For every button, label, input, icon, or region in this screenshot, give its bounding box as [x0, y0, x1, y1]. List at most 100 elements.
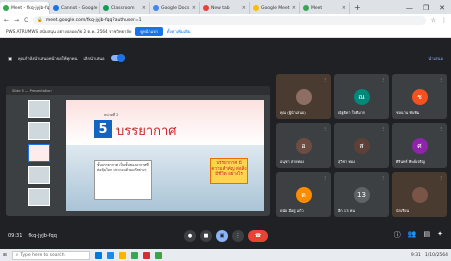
participant-name: นักเรียน: [396, 208, 410, 213]
tab-label: Classroom: [111, 5, 135, 11]
browser-tab[interactable]: Google Docs ×: [150, 2, 200, 14]
app-icon[interactable]: [154, 251, 162, 259]
tab-close-icon[interactable]: ×: [292, 5, 296, 11]
end-call-button[interactable]: ☎: [248, 230, 268, 242]
browser-tab[interactable]: Google Meet ×: [250, 2, 300, 14]
tab-favicon-icon: [203, 5, 209, 11]
tab-label: New tab: [211, 5, 230, 11]
maximize-button[interactable]: ❐: [423, 2, 429, 14]
avatar: ด: [295, 187, 312, 203]
avatar: ณ: [353, 89, 370, 105]
participant-grid: คุณ (ผู้นำเสนอ) ⋮ ณณัฐธิดา ใจดีมาก ⋮ ชชลนาน …: [276, 74, 448, 220]
slide-thumbnail[interactable]: [28, 188, 50, 206]
avatar: ช: [411, 89, 428, 105]
clock-date: 1/10/2564: [424, 252, 448, 258]
browser-tab[interactable]: Classroom ×: [100, 2, 150, 14]
participant-tile[interactable]: คุณ (ผู้นำเสนอ) ⋮: [276, 74, 331, 119]
mic-muted-icon: ⋮: [381, 175, 385, 180]
tab-favicon-icon: [3, 5, 9, 11]
chrome-icon[interactable]: [130, 251, 138, 259]
info-bar-link[interactable]: ตั้งค่าเพิ่มเติม: [167, 28, 191, 35]
close-window-button[interactable]: ✕: [439, 2, 445, 14]
avatar: [411, 187, 428, 203]
tab-favicon-icon: [153, 5, 159, 11]
chat-icon[interactable]: ▤: [424, 230, 431, 240]
tab-label: Google Meet: [261, 5, 290, 11]
minimize-button[interactable]: —: [406, 2, 413, 14]
tab-favicon-icon: [303, 5, 309, 11]
participant-tile[interactable]: ดดนัย มีอยู่ แก้ว ⋮: [276, 172, 331, 217]
presenting-toggle[interactable]: [110, 54, 125, 62]
info-bar-button[interactable]: ดูหน้าแรก: [135, 27, 163, 36]
activities-icon[interactable]: ✦: [437, 230, 443, 240]
edge-icon[interactable]: [106, 251, 114, 259]
participant-tile[interactable]: นักเรียน ⋮: [392, 172, 447, 217]
stop-presenting-button[interactable]: เลิกนำเสนอ: [83, 55, 104, 62]
tab-close-icon[interactable]: ×: [242, 5, 246, 11]
slide-thumbnails: [20, 100, 58, 212]
slide-thumbnail[interactable]: [28, 100, 50, 118]
people-icon[interactable]: 👥: [408, 230, 417, 240]
url-text: meet.google.com/fkq-jyjb-fqq?authuser=1: [45, 17, 142, 23]
participant-tile[interactable]: ณณัฐธิดา ใจดีมาก ⋮: [334, 74, 389, 119]
browser-tabbar: Meet - fkq-jyjb-fqq×Cannot - Google Driv…: [0, 0, 451, 14]
tab-close-icon[interactable]: ×: [142, 5, 146, 11]
participant-tile[interactable]: 13 อีก 13 คน ⋮: [334, 172, 389, 217]
slide-thumbnail[interactable]: [28, 166, 50, 184]
mic-muted-icon: ⋮: [439, 175, 443, 180]
info-bar-text: PWS.ATRUMWS สนับสนุน อย่างปลอดภัย 2 ต.ค.…: [6, 29, 132, 34]
meeting-controls: ● ■ ▣ ⋮ ☎: [184, 230, 268, 242]
mic-muted-icon: ⋮: [323, 77, 327, 82]
address-bar: ← → C 🔒 meet.google.com/fkq-jyjb-fqq?aut…: [0, 14, 451, 26]
browser-menu-icon[interactable]: ⋮: [441, 17, 447, 24]
presentation-view: Slide 5 — Presentation หน่วยที่ 2 5 บรรย…: [6, 86, 270, 216]
back-icon[interactable]: ←: [4, 17, 9, 24]
windows-start-icon[interactable]: ⊞: [3, 253, 7, 258]
participant-tile[interactable]: สสุวิชา ทอง ⋮: [334, 123, 389, 168]
file-explorer-icon[interactable]: [118, 251, 126, 259]
participant-name: อีก 13 คน: [338, 208, 355, 213]
reload-icon[interactable]: C: [24, 17, 28, 24]
presenting-bar: ▣ คุณกำลังนำเสนอหน้าจอให้ทุกคน เลิกนำเสน…: [0, 50, 451, 66]
participant-tile[interactable]: ชชลนาน ทับทิม ⋮: [392, 74, 447, 119]
present-button[interactable]: ▣: [216, 230, 228, 242]
lock-icon: 🔒: [37, 17, 43, 23]
url-input[interactable]: 🔒 meet.google.com/fkq-jyjb-fqq?authuser=…: [33, 15, 426, 25]
star-icon[interactable]: ☆: [431, 17, 436, 24]
participant-name: อนุชา สายทอง: [280, 159, 305, 164]
mic-button[interactable]: ●: [184, 230, 196, 242]
mic-muted-icon: ⋮: [439, 77, 443, 82]
slide-thumbnail[interactable]: [28, 122, 50, 140]
browser-tab[interactable]: New tab ×: [200, 2, 250, 14]
participant-name: ชลนาน ทับทิม: [396, 110, 420, 115]
search-icon: ⌕: [15, 253, 19, 258]
presentation-label: นำเสนอ: [428, 55, 443, 61]
participant-tile[interactable]: ออนุชา สายทอง ⋮: [276, 123, 331, 168]
browser-tab[interactable]: Meet - fkq-jyjb-fqq×: [0, 2, 50, 14]
camera-button[interactable]: ■: [200, 230, 212, 242]
browser-tab[interactable]: Cannot - Google Drive×: [50, 2, 100, 14]
forward-icon[interactable]: →: [14, 17, 19, 24]
participant-name: ณัฐธิดา ใจดีมาก: [338, 110, 366, 115]
slide-label: หน่วยที่ 2: [104, 113, 119, 117]
new-tab-button[interactable]: +: [350, 2, 365, 14]
browser-tab[interactable]: Meet ×: [300, 2, 350, 14]
more-options-button[interactable]: ⋮: [232, 230, 244, 242]
slide-thumbnail-selected[interactable]: [28, 144, 50, 162]
slide-callout: บรรยากาศ มีความสำคัญ ต่อสิ่งมีชีวิต อย่า…: [210, 158, 248, 184]
taskbar-search-input[interactable]: ⌕ Type here to search: [11, 250, 90, 260]
presentation-toolbar-text: Slide 5 — Presentation: [12, 88, 52, 93]
participant-tile[interactable]: ศศิรินทร์ ทิพย์เจริญ ⋮: [392, 123, 447, 168]
tab-label: Cannot - Google Drive: [61, 5, 99, 11]
meeting-code: fkq-jyjb-fqq: [28, 233, 57, 239]
info-icon[interactable]: ⓘ: [394, 230, 401, 240]
avatar: อ: [295, 138, 312, 154]
tab-favicon-icon: [103, 5, 109, 11]
avatar: ส: [353, 138, 370, 154]
tab-close-icon[interactable]: ×: [342, 5, 346, 11]
app-icon[interactable]: [142, 251, 150, 259]
info-bar: PWS.ATRUMWS สนับสนุน อย่างปลอดภัย 2 ต.ค.…: [0, 26, 451, 38]
presentation-toolbar: Slide 5 — Presentation: [6, 86, 270, 95]
tab-close-icon[interactable]: ×: [192, 5, 196, 11]
task-view-icon[interactable]: [94, 251, 102, 259]
